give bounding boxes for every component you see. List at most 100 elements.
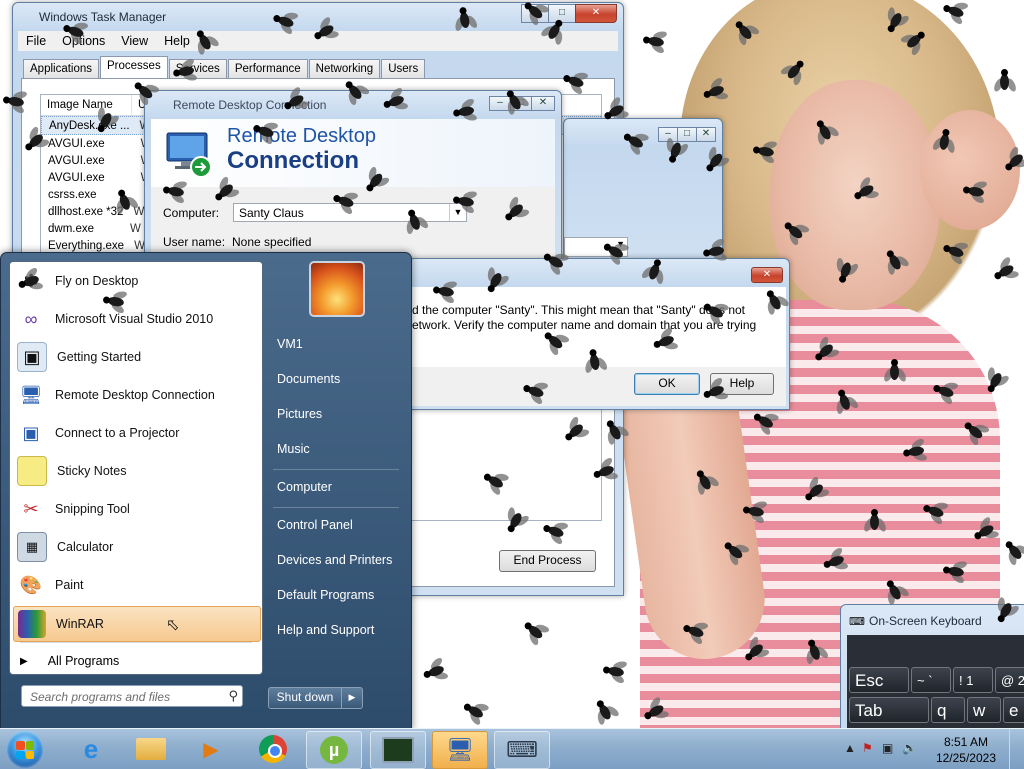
program-label: WinRAR [56, 617, 104, 631]
close-button[interactable]: ✕ [531, 96, 555, 111]
shutdown-button[interactable]: Shut down [268, 687, 342, 709]
chevron-down-icon[interactable]: ▼ [449, 204, 466, 221]
close-button[interactable]: ✕ [751, 267, 783, 283]
start-right-separator [273, 507, 399, 508]
on-screen-keyboard-window[interactable]: ⌨ On-Screen Keyboard Esc ~ ` ! 1 @ 2 Tab… [840, 604, 1024, 736]
tab-networking[interactable]: Networking [308, 59, 381, 80]
program-winrar[interactable]: WinRAR ⬁ [13, 606, 261, 642]
minimize-button[interactable]: – [658, 127, 678, 142]
tab-processes[interactable]: Processes [100, 56, 168, 80]
program-snipping-tool[interactable]: ✂ Snipping Tool [13, 492, 259, 526]
menu-file[interactable]: File [18, 31, 54, 51]
start-right-default-programs[interactable]: Default Programs [277, 588, 374, 602]
tab-applications[interactable]: Applications [23, 59, 100, 80]
error-dialog-titlebar[interactable]: ✕ [409, 259, 789, 287]
fly-icon: ✽ [23, 270, 39, 291]
start-right-computer[interactable]: Computer [277, 480, 332, 494]
start-menu[interactable]: ✽ Fly on Desktop ∞ Microsoft Visual Stud… [0, 252, 412, 730]
menu-options[interactable]: Options [54, 31, 113, 51]
computer-label: Computer: [163, 206, 220, 220]
start-right-music[interactable]: Music [277, 442, 310, 456]
maximize-button[interactable]: □ [548, 4, 576, 23]
taskbar-media-player[interactable]: ▶ [184, 731, 238, 767]
minimize-button[interactable]: – [489, 96, 511, 111]
rdc-banner: Remote Desktop Connection [151, 119, 555, 187]
program-label: Snipping Tool [55, 502, 130, 516]
end-process-button[interactable]: End Process [499, 550, 596, 572]
clock-time: 8:51 AM [943, 735, 988, 749]
ok-button[interactable]: OK [634, 373, 700, 395]
taskbar-ie[interactable]: e [64, 731, 118, 767]
program-sticky-notes[interactable]: Sticky Notes [13, 454, 259, 488]
start-right-separator [273, 469, 399, 470]
start-search-input[interactable]: Search programs and files ⚲ [21, 685, 243, 707]
start-right-help-support[interactable]: Help and Support [277, 623, 374, 637]
key-tilde[interactable]: ~ ` [911, 667, 951, 693]
user-picture[interactable] [309, 261, 365, 317]
winrar-icon [18, 610, 46, 638]
rdc-titlebar[interactable]: Remote Desktop Connection – □ ✕ [145, 91, 561, 119]
start-right-devices-printers[interactable]: Devices and Printers [277, 553, 392, 567]
start-right-documents[interactable]: Documents [277, 372, 340, 386]
key-e[interactable]: e [1003, 697, 1024, 723]
maximize-button[interactable]: □ [510, 96, 532, 111]
remote-desktop-window[interactable]: Remote Desktop Connection – □ ✕ Remote D… [144, 90, 562, 262]
computer-field[interactable]: Santy Claus ▼ [233, 203, 467, 222]
program-projector[interactable]: ▣ Connect to a Projector [13, 416, 259, 450]
menu-view[interactable]: View [113, 31, 156, 51]
show-desktop-button[interactable] [1009, 729, 1024, 769]
maximize-button[interactable]: □ [677, 127, 697, 142]
taskbar-remote-desktop[interactable]: 🖥 [432, 731, 488, 769]
help-button[interactable]: Help [710, 373, 774, 395]
taskbar-task-manager[interactable] [370, 731, 426, 769]
key-q[interactable]: q [931, 697, 965, 723]
program-remote-desktop[interactable]: 🖥 Remote Desktop Connection [13, 378, 259, 412]
background-combo[interactable]: ▼ [564, 237, 628, 257]
tab-performance[interactable]: Performance [227, 59, 308, 80]
windows-logo-icon [16, 741, 34, 759]
close-button[interactable]: ✕ [696, 127, 716, 142]
photo-fist [920, 110, 1020, 230]
taskbar-on-screen-keyboard[interactable]: ⌨ [494, 731, 550, 769]
key-2[interactable]: @ 2 [995, 667, 1024, 693]
program-label: Microsoft Visual Studio 2010 [55, 312, 214, 326]
taskbar-explorer[interactable] [124, 731, 178, 767]
shutdown-options-arrow-icon[interactable]: ▶ [341, 687, 363, 709]
process-name: AVGUI.exe [48, 154, 105, 167]
background-window[interactable]: – □ ✕ ▼ [563, 118, 723, 262]
volume-icon[interactable]: 🔈 [902, 741, 917, 755]
all-programs-button[interactable]: ▶ All Programs [20, 654, 119, 668]
menu-help[interactable]: Help [156, 31, 198, 51]
tab-users[interactable]: Users [381, 59, 426, 80]
program-fly-on-desktop[interactable]: ✽ Fly on Desktop [13, 264, 259, 298]
column-image-name[interactable]: Image Name [41, 95, 132, 115]
process-name: AVGUI.exe [48, 171, 105, 184]
search-placeholder: Search programs and files [30, 690, 171, 704]
start-right-vm1[interactable]: VM1 [277, 337, 303, 351]
program-getting-started[interactable]: ▣ Getting Started [13, 340, 259, 374]
program-paint[interactable]: 🎨 Paint [13, 568, 259, 602]
network-icon[interactable]: ▣ [882, 741, 893, 755]
program-calculator[interactable]: ▦ Calculator [13, 530, 259, 564]
key-1[interactable]: ! 1 [953, 667, 993, 693]
start-right-pictures[interactable]: Pictures [277, 407, 322, 421]
start-button[interactable] [6, 731, 44, 769]
paint-icon: 🎨 [19, 574, 43, 595]
close-button[interactable]: ✕ [575, 4, 617, 23]
tab-services[interactable]: Services [168, 59, 227, 80]
key-w[interactable]: w [967, 697, 1001, 723]
task-manager-titlebar[interactable]: Windows Task Manager – □ ✕ [13, 3, 623, 31]
clock[interactable]: 8:51 AM 12/25/2023 [936, 734, 996, 766]
key-esc[interactable]: Esc [849, 667, 909, 693]
action-center-icon[interactable]: ⚑ [862, 741, 873, 755]
show-hidden-icons-icon[interactable]: ▲ [844, 741, 856, 755]
remote-desktop-icon [166, 132, 212, 178]
taskbar-utorrent[interactable]: µ [306, 731, 362, 769]
key-tab[interactable]: Tab [849, 697, 929, 723]
program-visual-studio[interactable]: ∞ Microsoft Visual Studio 2010 [13, 302, 259, 336]
minimize-button[interactable]: – [521, 4, 549, 23]
taskbar-chrome[interactable] [246, 731, 300, 767]
ie-icon: e [83, 733, 99, 764]
start-right-control-panel[interactable]: Control Panel [277, 518, 353, 532]
error-dialog[interactable]: ✕ d the computer "Santy". This might mea… [408, 258, 790, 410]
